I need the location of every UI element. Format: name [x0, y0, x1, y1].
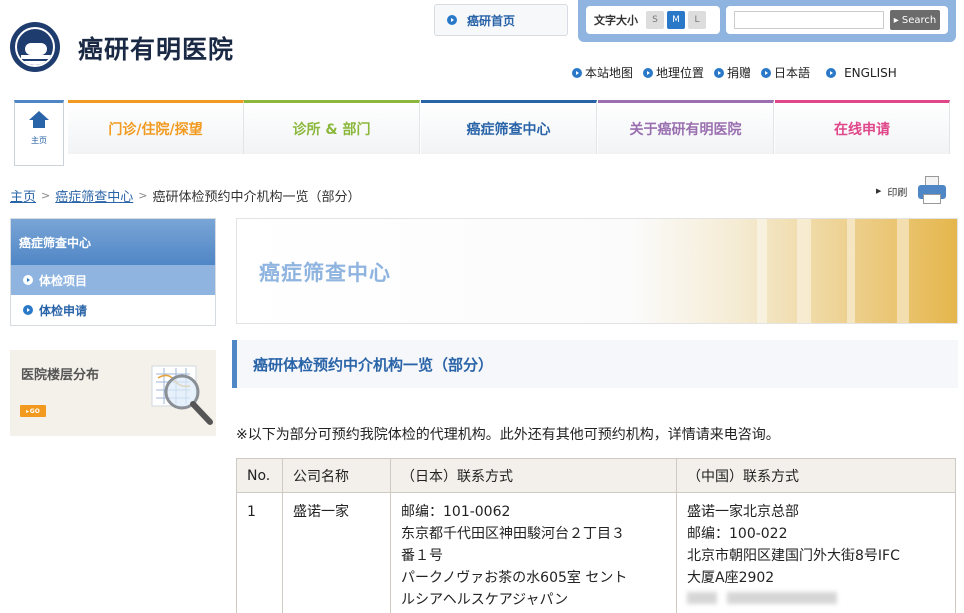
japan-contact: 邮编：101-0062 东京都千代田区神田駿河台２丁目３ 番１号 パークノヴァお…	[390, 492, 677, 613]
row-number: 1	[236, 492, 283, 613]
redacted-phone	[687, 589, 945, 611]
arrow-circle-icon	[23, 275, 33, 285]
print-button[interactable]: ▶ 印刷	[876, 176, 947, 206]
japanese-link[interactable]: 日本語	[761, 64, 810, 81]
breadcrumb-screening-center[interactable]: 癌症筛查中心	[55, 186, 133, 205]
japan-contact-line: ルシアヘルスケアジャパン	[401, 592, 569, 608]
arrow-circle-icon	[643, 67, 654, 78]
agency-table: No. 公司名称 （日本）联系方式 （中国）联系方式 1 盛诺一家 邮编：101…	[236, 458, 956, 613]
china-contact-line: 盛诺一家北京总部	[687, 504, 799, 520]
english-link[interactable]: ENGLISH	[826, 64, 897, 81]
arrow-circle-icon	[761, 67, 772, 78]
donation-link[interactable]: 捐赠	[714, 64, 751, 81]
toolbar: 文字大小 S M L ▸ Search	[578, 0, 956, 42]
china-contact-line: 北京市朝阳区建国门外大街8号IFC	[687, 548, 900, 564]
page-banner: 癌症筛查中心	[236, 218, 958, 324]
page-title: 癌研体检预约中介机构一览（部分）	[232, 340, 958, 388]
column-header: （日本）联系方式	[390, 458, 677, 493]
breadcrumb-current: 癌研体检预约中介机构一览（部分）	[152, 190, 361, 205]
arrow-circle-icon	[826, 67, 837, 78]
column-header: （中国）联系方式	[676, 458, 956, 493]
company-name: 盛诺一家	[282, 492, 391, 613]
sitemap-link-label: 本站地图	[585, 66, 634, 80]
china-contact: 盛诺一家北京总部 邮编：100-022 北京市朝阳区建国门外大街8号IFC 大厦…	[676, 492, 956, 613]
english-link-label: ENGLISH	[844, 65, 897, 80]
go-badge: ▸ GO	[20, 405, 46, 417]
column-header: No.	[236, 458, 283, 493]
arrow-circle-icon	[447, 15, 457, 25]
sitemap-link[interactable]: 本站地图	[572, 64, 633, 81]
site-name: 癌研有明医院	[78, 35, 235, 64]
nav-outpatient[interactable]: 门诊/住院/探望	[68, 100, 244, 154]
arrow-circle-icon	[572, 67, 582, 78]
global-nav: 主页 门诊/住院/探望 诊所 & 部门 癌症筛查中心 关于癌研有明医院 在线申请	[14, 100, 950, 166]
japan-contact-line: パークノヴァお茶の水605室 セント	[401, 570, 628, 586]
donation-link-label: 捐赠	[727, 66, 752, 80]
home-icon	[29, 111, 49, 129]
arrow-circle-icon	[23, 305, 33, 315]
font-size-label: 文字大小	[594, 14, 638, 27]
column-header: 公司名称	[282, 458, 391, 493]
sidebar-item-label: 体检项目	[39, 273, 88, 288]
nav-departments[interactable]: 诊所 & 部门	[244, 100, 420, 154]
font-size-medium-button[interactable]: M	[667, 11, 685, 29]
access-link[interactable]: 地理位置	[643, 64, 704, 81]
notice-text: ※以下为部分可预约我院体检的代理机构。此外还有其他可预约机构，详情请来电咨询。	[236, 427, 780, 443]
table-row: 1 盛诺一家 邮编：101-0062 东京都千代田区神田駿河台２丁目３ 番１号 …	[236, 492, 956, 613]
chevron-right-icon: >	[138, 189, 148, 202]
japan-contact-line: 东京都千代田区神田駿河台２丁目３	[401, 526, 625, 542]
access-link-label: 地理位置	[656, 66, 705, 80]
arrow-circle-icon	[714, 67, 725, 78]
triangle-right-icon: ▶	[876, 187, 882, 195]
sidebar-item-label: 体检申请	[39, 303, 88, 318]
font-size-switcher: 文字大小 S M L	[586, 6, 720, 34]
hospital-logo[interactable]	[10, 22, 60, 72]
sidebar-heading[interactable]: 癌症筛查中心	[11, 219, 215, 265]
floor-map-banner[interactable]: 医院楼层分布 ▸ GO	[10, 350, 216, 436]
print-label: 印刷	[887, 187, 908, 199]
nav-about[interactable]: 关于癌研有明医院	[598, 100, 774, 154]
cancer-institute-home-link[interactable]: 癌研首页	[434, 4, 568, 36]
nav-online-application[interactable]: 在线申请	[775, 100, 950, 154]
magnifier-map-icon	[151, 365, 213, 425]
floor-map-title: 医院楼层分布	[21, 368, 100, 383]
printer-icon	[917, 176, 947, 206]
japan-contact-line: 邮编：101-0062	[401, 504, 511, 520]
sidebar-menu: 癌症筛查中心 体检项目 体检申请	[10, 218, 216, 326]
search-input[interactable]	[734, 11, 884, 29]
home-link-label: 癌研首页	[467, 13, 516, 28]
china-contact-line: 邮编：100-022	[687, 526, 788, 542]
utility-links: 本站地图 地理位置 捐赠 日本語 ENGLISH	[572, 64, 907, 81]
search-button[interactable]: ▸ Search	[890, 10, 940, 30]
nav-screening-center[interactable]: 癌症筛查中心	[421, 100, 597, 154]
japan-contact-line: 番１号	[401, 548, 443, 564]
banner-title: 癌症筛查中心	[259, 261, 391, 285]
nav-home[interactable]: 主页	[14, 100, 64, 166]
table-header-row: No. 公司名称 （日本）联系方式 （中国）联系方式	[236, 458, 956, 493]
go-label: GO	[29, 407, 40, 415]
breadcrumb: 主页 > 癌症筛查中心 > 癌研体检预约中介机构一览（部分）	[10, 186, 360, 205]
breadcrumb-home[interactable]: 主页	[10, 186, 36, 205]
font-size-small-button[interactable]: S	[646, 11, 664, 29]
search-area: ▸ Search	[726, 6, 948, 34]
font-size-large-button[interactable]: L	[688, 11, 706, 29]
japanese-link-label: 日本語	[774, 66, 811, 80]
sidebar-item-exam-items[interactable]: 体检项目	[11, 265, 215, 295]
sidebar-item-exam-application[interactable]: 体检申请	[11, 295, 215, 325]
china-contact-line: 大厦A座2902	[687, 570, 775, 586]
nav-home-label: 主页	[31, 136, 47, 145]
chevron-right-icon: >	[41, 189, 51, 202]
